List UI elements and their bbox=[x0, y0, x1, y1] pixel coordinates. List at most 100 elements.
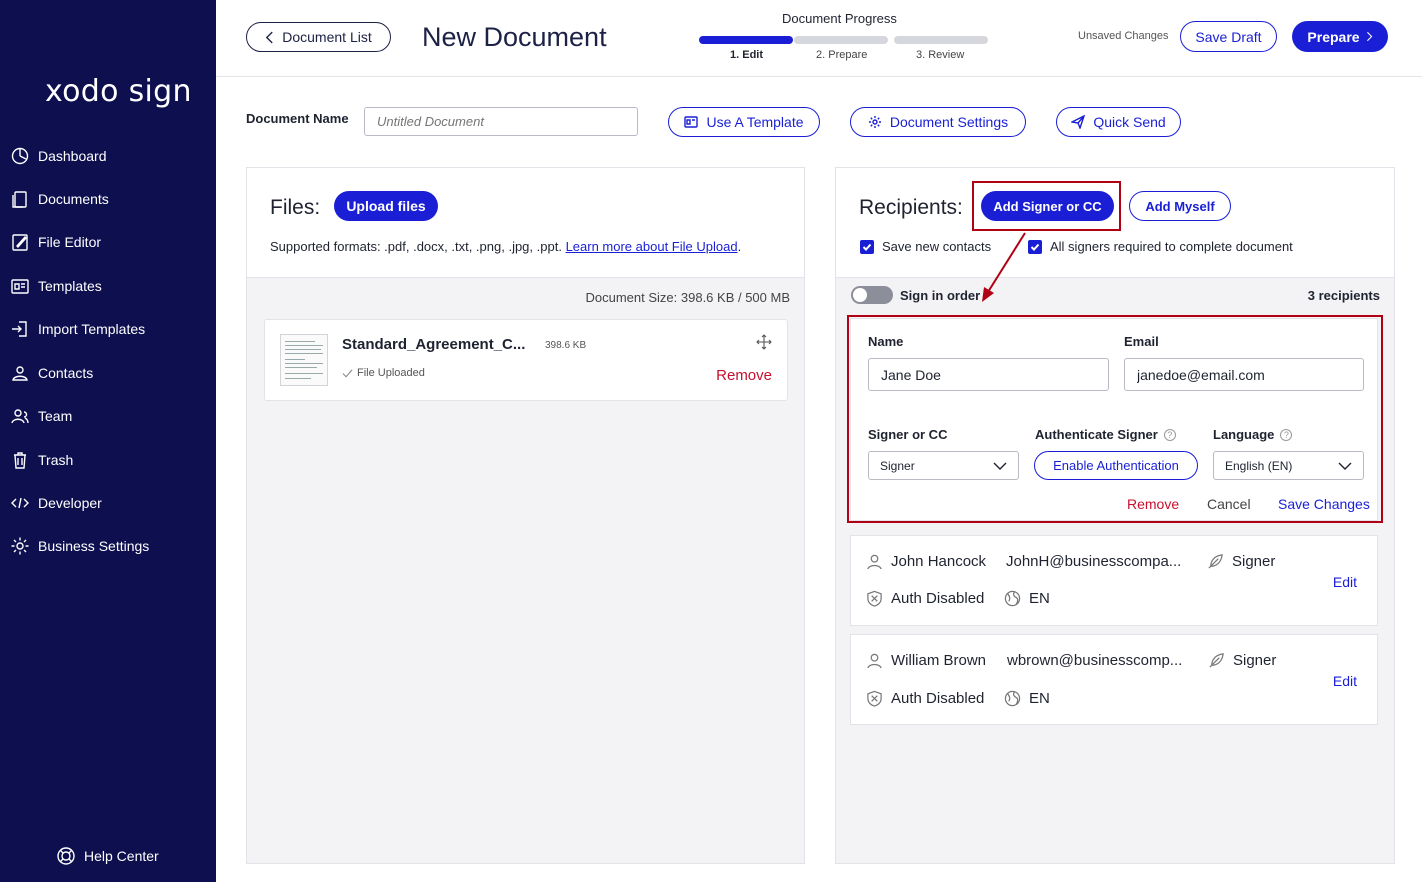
page-title: New Document bbox=[422, 22, 607, 52]
recipient-role: Signer bbox=[1208, 652, 1276, 669]
recipient-language-text: EN bbox=[1029, 590, 1050, 607]
sidebar-item-label: Documents bbox=[38, 191, 109, 207]
recipient-language-text: EN bbox=[1029, 690, 1050, 707]
sign-in-order-label: Sign in order bbox=[900, 288, 981, 303]
name-input[interactable] bbox=[868, 358, 1109, 391]
learn-more-link[interactable]: Learn more about File Upload bbox=[566, 239, 738, 254]
save-draft-label: Save Draft bbox=[1195, 28, 1262, 45]
sidebar-item-label: Dashboard bbox=[38, 148, 107, 164]
app-window: xodo sign Dashboard Documents File Edito… bbox=[0, 0, 1422, 882]
sidebar-item-label: Import Templates bbox=[38, 321, 146, 337]
documents-icon bbox=[12, 191, 27, 208]
check-icon bbox=[342, 368, 353, 378]
progress-step-review-bar bbox=[894, 36, 988, 44]
trash-icon bbox=[14, 452, 26, 469]
edit-recipient-button[interactable]: Edit bbox=[1333, 574, 1357, 590]
help-center-link[interactable]: Help Center bbox=[56, 846, 159, 866]
files-header: Files: Upload files Supported formats: .… bbox=[247, 168, 804, 278]
add-myself-button[interactable]: Add Myself bbox=[1129, 191, 1231, 221]
language-value: English (EN) bbox=[1225, 458, 1293, 473]
globe-icon bbox=[1004, 690, 1021, 707]
document-name-label: Document Name bbox=[246, 111, 349, 126]
quick-send-label: Quick Send bbox=[1093, 114, 1166, 130]
file-name: Standard_Agreement_C... bbox=[342, 336, 526, 353]
checkbox-checked[interactable] bbox=[860, 239, 874, 254]
sidebar-item-label: Developer bbox=[38, 495, 102, 511]
edit-recipient-button[interactable]: Edit bbox=[1333, 673, 1357, 689]
recipients-body: Sign in order 3 recipients Name Email Si… bbox=[836, 278, 1394, 863]
file-status-text: File Uploaded bbox=[357, 367, 425, 379]
use-template-label: Use A Template bbox=[706, 114, 804, 130]
upload-files-button[interactable]: Upload files bbox=[334, 191, 438, 221]
enable-authentication-button[interactable]: Enable Authentication bbox=[1034, 451, 1198, 480]
progress-step-edit: 1. Edit bbox=[730, 49, 764, 61]
file-card: Standard_Agreement_C... 398.6 KB File Up… bbox=[264, 319, 788, 401]
sidebar-item-contacts[interactable]: Contacts bbox=[10, 360, 93, 386]
progress-step-edit-bar bbox=[699, 36, 793, 44]
contacts-icon bbox=[12, 366, 28, 381]
check-icon bbox=[862, 243, 872, 251]
remove-recipient-button[interactable]: Remove bbox=[1127, 496, 1179, 512]
user-icon bbox=[867, 554, 882, 570]
document-name-input[interactable] bbox=[364, 107, 638, 136]
recipient-email: wbrown@businesscomp... bbox=[1007, 652, 1183, 669]
all-signers-checkbox[interactable]: All signers required to complete documen… bbox=[1028, 239, 1293, 254]
sidebar-item-team[interactable]: Team bbox=[10, 403, 72, 429]
sidebar-item-import-templates[interactable]: Import Templates bbox=[10, 316, 145, 342]
recipient-email: JohnH@businesscompa... bbox=[1006, 553, 1182, 570]
sidebar-item-dashboard[interactable]: Dashboard bbox=[10, 143, 107, 169]
unsaved-changes-status: Unsaved Changes bbox=[1078, 30, 1169, 42]
document-list-button[interactable]: Document List bbox=[246, 22, 391, 52]
recipient-count: 3 recipients bbox=[1307, 288, 1380, 303]
signer-cc-select[interactable]: Signer bbox=[868, 451, 1019, 480]
use-template-button[interactable]: Use A Template bbox=[668, 107, 820, 137]
sign-in-order-toggle[interactable] bbox=[851, 286, 893, 304]
templates-icon bbox=[11, 279, 29, 294]
recipients-panel: Recipients: Add Signer or CC Add Myself … bbox=[835, 167, 1395, 864]
add-signer-label: Add Signer or CC bbox=[993, 198, 1102, 214]
sidebar-item-label: Contacts bbox=[38, 365, 94, 381]
sidebar-item-label: Trash bbox=[38, 452, 74, 468]
code-icon bbox=[11, 497, 29, 509]
app-logo: xodo sign bbox=[45, 74, 192, 109]
sidebar-item-label: Team bbox=[38, 408, 73, 424]
send-icon bbox=[1071, 115, 1086, 129]
sidebar-item-business-settings[interactable]: Business Settings bbox=[10, 533, 149, 559]
save-contacts-checkbox[interactable]: Save new contacts bbox=[860, 239, 991, 254]
sidebar-item-trash[interactable]: Trash bbox=[10, 447, 73, 473]
language-select[interactable]: English (EN) bbox=[1213, 451, 1364, 480]
prepare-label: Prepare bbox=[1307, 28, 1360, 45]
save-draft-button[interactable]: Save Draft bbox=[1180, 21, 1277, 52]
recipient-edit-form: Name Email Signer or CC Authenticate Sig… bbox=[850, 318, 1378, 521]
document-settings-button[interactable]: Document Settings bbox=[850, 107, 1026, 137]
recipient-name: John Hancock bbox=[866, 553, 986, 570]
checkbox-checked[interactable] bbox=[1028, 239, 1042, 254]
supported-formats-text: Supported formats: .pdf, .docx, .txt, .p… bbox=[270, 239, 562, 254]
recipient-auth-text: Auth Disabled bbox=[891, 690, 985, 707]
recipient-auth: Auth Disabled bbox=[866, 590, 984, 607]
add-signer-button[interactable]: Add Signer or CC bbox=[981, 191, 1114, 221]
chevron-right-icon bbox=[1366, 31, 1372, 42]
recipient-role-text: Signer bbox=[1233, 652, 1277, 669]
progress-title: Document Progress bbox=[782, 11, 897, 26]
sidebar-item-documents[interactable]: Documents bbox=[10, 186, 109, 212]
remove-file-button[interactable]: Remove bbox=[716, 367, 772, 384]
help-icon[interactable]: ? bbox=[1280, 428, 1293, 441]
sidebar-item-file-editor[interactable]: File Editor bbox=[10, 229, 101, 255]
cancel-button[interactable]: Cancel bbox=[1207, 496, 1251, 512]
upload-files-label: Upload files bbox=[346, 198, 426, 214]
save-changes-button[interactable]: Save Changes bbox=[1278, 496, 1370, 512]
language-text: Language bbox=[1213, 427, 1275, 442]
feather-pen-icon bbox=[1209, 653, 1224, 668]
email-input[interactable] bbox=[1124, 358, 1364, 391]
progress-step-review: 3. Review bbox=[916, 49, 965, 61]
quick-send-button[interactable]: Quick Send bbox=[1056, 107, 1181, 137]
move-icon[interactable] bbox=[756, 334, 772, 350]
sidebar-item-developer[interactable]: Developer bbox=[10, 490, 102, 516]
top-header: Document List New Document Document Prog… bbox=[216, 0, 1422, 77]
help-icon[interactable]: ? bbox=[1163, 428, 1176, 441]
save-contacts-label: Save new contacts bbox=[882, 239, 992, 254]
template-icon bbox=[684, 116, 699, 128]
prepare-button[interactable]: Prepare bbox=[1292, 21, 1388, 52]
sidebar-item-templates[interactable]: Templates bbox=[10, 273, 102, 299]
